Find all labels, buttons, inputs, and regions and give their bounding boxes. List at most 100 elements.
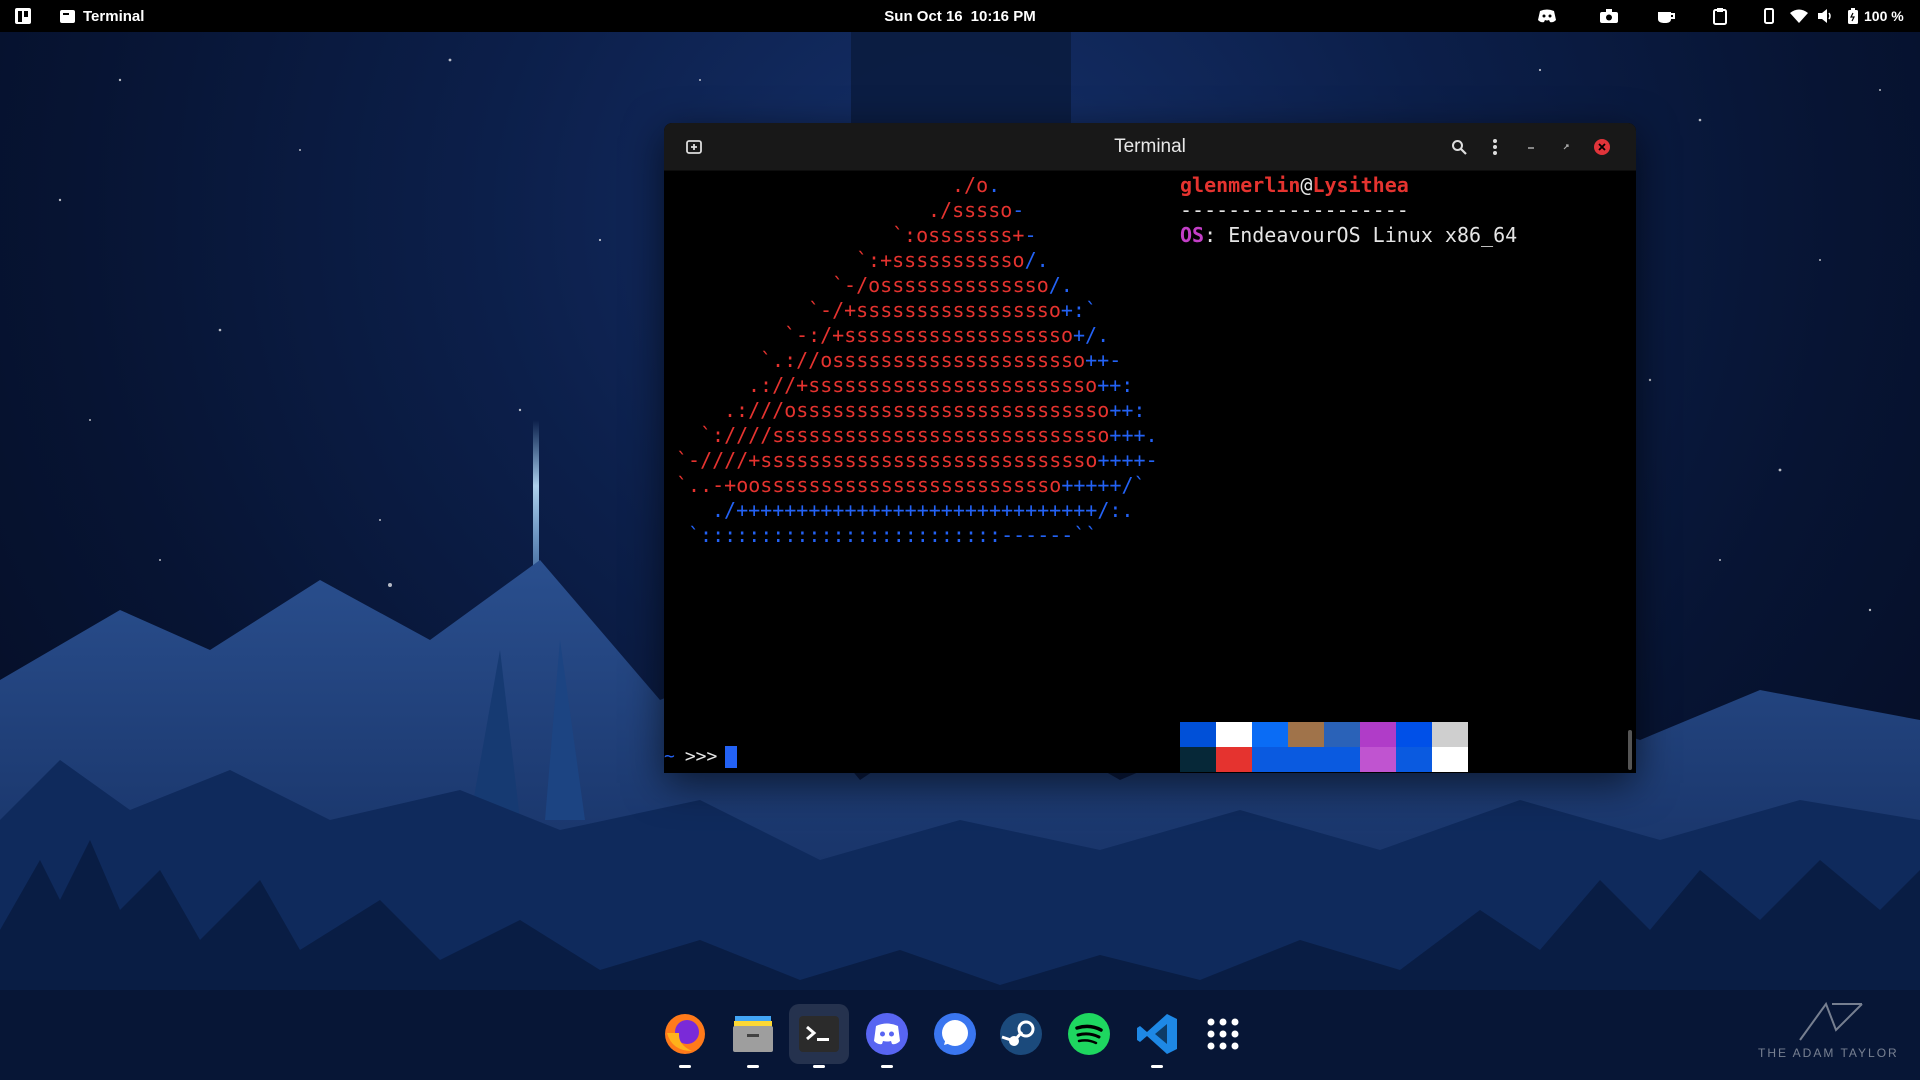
minimize-button[interactable] <box>1519 135 1543 159</box>
files-icon <box>733 1016 773 1052</box>
logo-segment: +++++/` <box>1061 473 1146 497</box>
color-swatch <box>1216 722 1252 747</box>
search-button[interactable] <box>1447 135 1471 159</box>
logo-segment: . <box>988 173 1001 197</box>
logo-segment: `-////+ssssssssssssssssssssssssssso <box>676 448 1098 472</box>
maximize-button[interactable] <box>1554 135 1578 159</box>
volume-icon <box>1818 9 1831 23</box>
terminal-window[interactable]: Terminal ./o. ./sssso- `:osssssss+- `:+ssss… <box>664 123 1636 773</box>
info-value: EndeavourOS Linux x86_64 <box>1228 223 1518 247</box>
logo-segment: `:+sssssssssso <box>856 248 1025 272</box>
maximize-icon <box>1563 144 1569 150</box>
logo-segment: ./++++++++++++++++++++++++++++++/:. <box>712 498 1134 522</box>
ascii-logo: ./o. ./sssso- `:osssssss+- `:+sssssssssso/.… <box>664 173 1158 548</box>
color-swatch <box>1432 747 1468 772</box>
dock-firefox[interactable] <box>655 1004 715 1068</box>
caffeine-icon <box>1658 12 1675 23</box>
logo-line: `-////+ssssssssssssssssssssssssssso++++- <box>664 448 1158 473</box>
logo-segment: .://+ssssssssssssssssssssssso <box>748 373 1098 397</box>
logo-segment: ./o <box>952 173 989 197</box>
app-menu-label: Terminal <box>83 7 145 25</box>
logo-segment: ++: <box>1109 398 1146 422</box>
battery-tray[interactable]: 100 % <box>1848 0 1904 32</box>
dock-discord[interactable] <box>857 1004 917 1068</box>
running-indicator <box>1151 1065 1163 1068</box>
wifi-icon <box>1790 9 1808 23</box>
logo-segment: ++++- <box>1097 448 1158 472</box>
hostname: Lysithea <box>1312 173 1409 197</box>
battery-icon <box>1848 8 1858 24</box>
color-swatch <box>1288 747 1324 772</box>
color-swatch <box>1252 722 1288 747</box>
terminal-scrollbar[interactable] <box>1628 730 1632 770</box>
color-swatch <box>1324 722 1360 747</box>
phone-tray[interactable] <box>1764 0 1774 32</box>
logo-line: `:osssssss+- <box>664 223 1144 248</box>
phone-icon <box>1764 8 1774 24</box>
logo-segment: /. <box>1048 273 1073 297</box>
discord-icon <box>1538 9 1556 23</box>
activities-icon[interactable] <box>14 7 32 25</box>
prompt-tilde: ~ <box>664 746 675 767</box>
logo-line: `-/+sssssssssssssssso+:` <box>664 298 1144 323</box>
dock-signal[interactable] <box>925 1004 985 1064</box>
caffeine-tray[interactable] <box>1657 0 1675 32</box>
color-palette <box>1180 722 1468 772</box>
logo-line: `-/ossssssssssssso/. <box>664 273 1144 298</box>
discord-tray[interactable] <box>1538 0 1556 32</box>
clock[interactable]: Sun Oct 16 10:16 PM <box>0 0 1920 32</box>
dock-vscode[interactable] <box>1127 1004 1187 1068</box>
terminal-content[interactable]: ./o. ./sssso- `:osssssss+- `:+sssssssssso/.… <box>664 171 1622 773</box>
logo-segment: `.://osssssssssssssssssssso <box>760 348 1086 372</box>
logo-segment: `-/ossssssssssssso <box>832 273 1049 297</box>
discord-icon <box>866 1013 908 1055</box>
clock-time: 10:16 PM <box>970 7 1036 25</box>
logo-segment: +++. <box>1109 423 1158 447</box>
terminal-titlebar[interactable]: Terminal <box>664 123 1636 171</box>
logo-segment: `..-+oosssssssssssssssssssssssso <box>676 473 1062 497</box>
running-indicator <box>747 1065 759 1068</box>
search-icon <box>1452 140 1467 155</box>
clipboard-icon <box>1713 7 1727 25</box>
logo-line: ./sssso- <box>664 198 1144 223</box>
spotify-icon <box>1068 1013 1110 1055</box>
close-button[interactable] <box>1590 135 1614 159</box>
logo-line: `:+sssssssssso/. <box>664 248 1144 273</box>
app-grid-icon <box>1207 1018 1239 1050</box>
logo-line: ./o. <box>664 173 1144 198</box>
dock-app-grid[interactable] <box>1193 1004 1253 1064</box>
color-swatch <box>1360 747 1396 772</box>
top-bar: Terminal Sun Oct 16 10:16 PM 100 % <box>0 0 1920 32</box>
logo-segment: +/. <box>1072 323 1110 347</box>
dock-steam[interactable] <box>991 1004 1051 1064</box>
volume-tray[interactable] <box>1818 0 1834 32</box>
logo-line: `:////ssssssssssssssssssssssssssso+++. <box>664 423 1158 448</box>
signal-icon <box>934 1013 976 1055</box>
color-swatch <box>1180 722 1216 747</box>
logo-line: ./++++++++++++++++++++++++++++++/:. <box>664 498 1144 523</box>
firefox-icon <box>665 1014 705 1054</box>
clipboard-tray[interactable] <box>1713 0 1727 32</box>
menu-button[interactable] <box>1483 135 1507 159</box>
steam-icon <box>1000 1013 1042 1055</box>
wifi-tray[interactable] <box>1790 0 1808 32</box>
color-swatch <box>1324 747 1360 772</box>
logo-segment: `-/+sssssssssssssssso <box>808 298 1061 322</box>
color-swatch <box>1360 722 1396 747</box>
logo-segment: /. <box>1024 248 1049 272</box>
at-sign: @ <box>1300 173 1313 197</box>
username: glenmerlin <box>1180 173 1301 197</box>
dock-files[interactable] <box>723 1004 783 1068</box>
logo-segment: `:osssssss+ <box>892 223 1025 247</box>
app-menu[interactable]: Terminal <box>60 0 144 32</box>
screenshot-tray[interactable] <box>1600 0 1618 32</box>
clock-date: Sun Oct 16 <box>884 7 963 25</box>
running-indicator <box>679 1065 691 1068</box>
minimize-icon <box>1528 147 1534 149</box>
dock-terminal[interactable] <box>789 1004 849 1068</box>
info-row: OS: EndeavourOS Linux x86_64 <box>1180 223 1518 247</box>
logo-line: `..-+oosssssssssssssssssssssssso+++++/` <box>664 473 1146 498</box>
dock-spotify[interactable] <box>1059 1004 1119 1064</box>
logo-segment: - <box>1024 223 1037 247</box>
shell-prompt[interactable]: ~ >>> <box>664 744 738 769</box>
